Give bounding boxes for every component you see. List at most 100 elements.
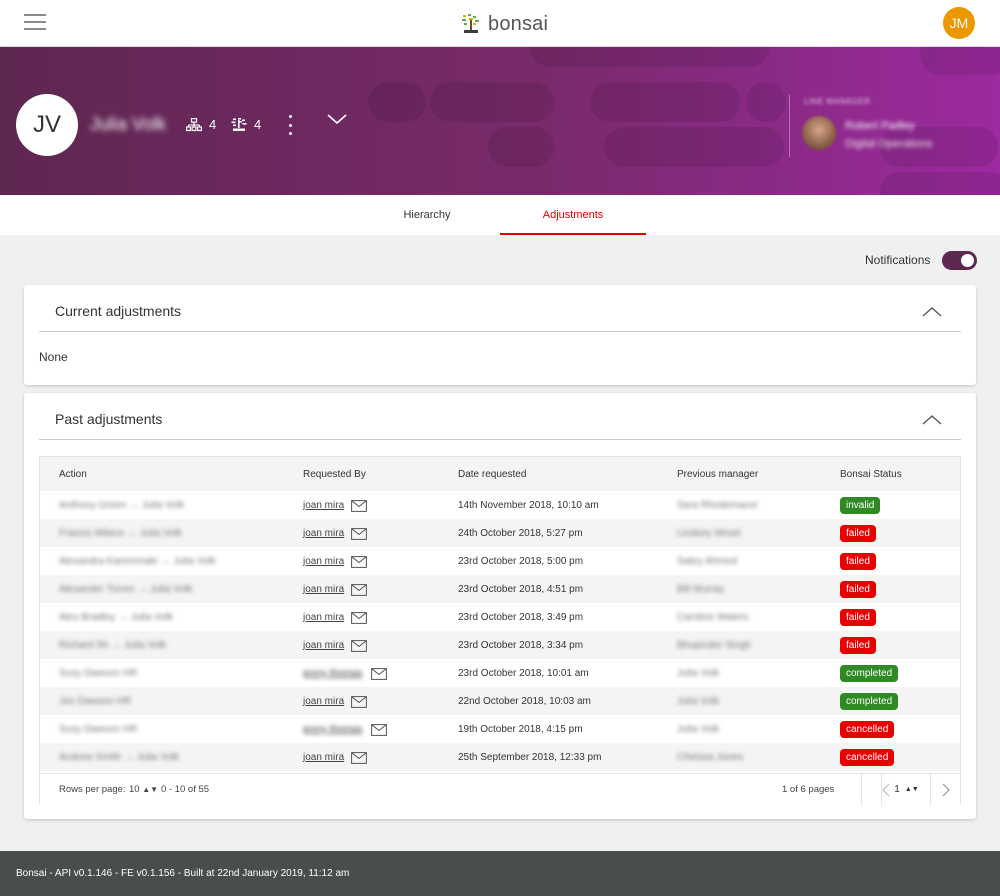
date-requested-cell: 23rd October 2018, 5:00 pm	[458, 556, 584, 567]
page-select[interactable]: 1 ▲▼	[881, 774, 931, 805]
direct-reports-stat[interactable]: 4	[186, 117, 216, 132]
manager-label: LINE MANAGER	[804, 97, 871, 106]
requested-by-cell[interactable]: jenny thomas	[303, 724, 362, 735]
requester-link[interactable]: joan mira	[303, 612, 344, 623]
requested-by-cell[interactable]: joan mira	[303, 584, 344, 595]
table-row: Andrew Smith → Julia Volk joan mira 25th S…	[40, 743, 960, 771]
notifications-toggle[interactable]	[942, 251, 977, 270]
current-adjustments-card: Current adjustments None	[24, 285, 976, 385]
requester-link[interactable]: joan mira	[303, 640, 344, 651]
status-badge: completed	[840, 665, 899, 682]
mail-icon[interactable]	[351, 499, 367, 517]
app-logo[interactable]: bonsai	[460, 12, 548, 36]
banner-decoration	[920, 47, 1000, 75]
table-row: Anthony Green → Julia Volk joan mira 14th …	[40, 491, 960, 519]
previous-manager-cell: Caroline Waters	[677, 612, 749, 623]
requester-link[interactable]: jenny thomas	[303, 724, 362, 735]
table-row: Suzy Dawson HR jenny thomas 19th October 2…	[40, 715, 960, 743]
requested-by-cell[interactable]: joan mira	[303, 528, 344, 539]
previous-manager-cell: Julia Volk	[677, 696, 720, 707]
requested-by-cell[interactable]: joan mira	[303, 752, 344, 763]
mail-icon[interactable]	[351, 695, 367, 713]
user-avatar[interactable]: JM	[943, 7, 975, 39]
action-cell: Francis Milano → Julia Volk	[59, 528, 182, 539]
past-adjustments-title: Past adjustments	[55, 411, 163, 427]
column-header-date-requested[interactable]: Date requested	[458, 469, 526, 480]
mail-icon[interactable]	[351, 583, 367, 601]
requested-by-cell[interactable]: joan mira	[303, 556, 344, 567]
requester-link[interactable]: joan mira	[303, 752, 344, 763]
bonsai-tree-icon	[462, 14, 479, 33]
hierarchy-stat[interactable]: 4	[231, 117, 261, 132]
past-adjustments-card: Past adjustments Action Requested By Dat…	[24, 393, 976, 819]
action-cell: Alex Bradley → Julia Volk	[59, 612, 173, 623]
requester-link[interactable]: joan mira	[303, 500, 344, 511]
banner-divider	[789, 95, 790, 157]
action-cell: Suzy Dawson HR	[59, 724, 138, 735]
chevron-up-icon[interactable]	[921, 414, 943, 426]
banner-decoration	[368, 82, 426, 122]
next-page-button[interactable]	[930, 774, 960, 805]
requested-by-cell[interactable]: joan mira	[303, 500, 344, 511]
org-chart-icon	[186, 117, 202, 131]
chevron-down-icon[interactable]	[326, 113, 348, 125]
mail-icon[interactable]	[371, 723, 387, 741]
action-cell: Jon Dawson HR	[59, 696, 132, 707]
date-requested-cell: 14th November 2018, 10:10 am	[458, 500, 599, 511]
build-info: Bonsai - API v0.1.146 - FE v0.1.156 - Bu…	[16, 868, 350, 879]
requester-link[interactable]: joan mira	[303, 528, 344, 539]
action-cell: Anthony Green → Julia Volk	[59, 500, 185, 511]
requested-by-cell[interactable]: joan mira	[303, 696, 344, 707]
rows-per-page-select[interactable]: 10 ▲▼	[129, 784, 158, 795]
column-header-action[interactable]: Action	[59, 469, 87, 480]
requester-link[interactable]: jenny thomas	[303, 668, 362, 679]
card-divider	[39, 331, 961, 332]
top-bar: bonsai JM	[0, 0, 1000, 47]
requester-link[interactable]: joan mira	[303, 584, 344, 595]
more-options-icon[interactable]	[286, 115, 294, 135]
column-header-bonsai-status[interactable]: Bonsai Status	[840, 469, 902, 480]
column-header-previous-manager[interactable]: Previous manager	[677, 469, 758, 480]
profile-name: Julia Volk	[90, 114, 167, 134]
chevron-up-icon[interactable]	[921, 306, 943, 318]
mail-icon[interactable]	[371, 667, 387, 685]
table-row: Francis Milano → Julia Volk joan mira 24th…	[40, 519, 960, 547]
previous-manager-cell: Julia Volk	[677, 724, 720, 735]
direct-reports-count: 4	[209, 117, 217, 132]
mail-icon[interactable]	[351, 611, 367, 629]
previous-manager-cell: Lindsey Wood	[677, 528, 741, 539]
status-badge: failed	[840, 525, 876, 542]
tab-adjustments[interactable]: Adjustments	[500, 195, 646, 235]
date-requested-cell: 23rd October 2018, 3:34 pm	[458, 640, 584, 651]
tab-hierarchy[interactable]: Hierarchy	[354, 195, 500, 235]
date-requested-cell: 23rd October 2018, 4:51 pm	[458, 584, 584, 595]
status-badge: invalid	[840, 497, 881, 514]
mail-icon[interactable]	[351, 527, 367, 545]
profile-banner: JV Julia Volk 4 4 LINE MANAGER Robert Pa…	[0, 47, 1000, 195]
mail-icon[interactable]	[351, 639, 367, 657]
date-requested-cell: 23rd October 2018, 10:01 am	[458, 668, 589, 679]
mail-icon[interactable]	[351, 751, 367, 769]
requested-by-cell[interactable]: joan mira	[303, 612, 344, 623]
manager-photo	[802, 116, 836, 150]
chevron-right-icon	[942, 783, 950, 796]
date-requested-cell: 25th September 2018, 12:33 pm	[458, 752, 602, 763]
requested-by-cell[interactable]: joan mira	[303, 640, 344, 651]
column-header-requested-by[interactable]: Requested By	[303, 469, 366, 480]
table-row: Suzy Dawson HR jenny thomas 23rd October 2…	[40, 659, 960, 687]
requester-link[interactable]: joan mira	[303, 696, 344, 707]
current-page: 1	[894, 784, 900, 795]
requested-by-cell[interactable]: jenny thomas	[303, 668, 362, 679]
table-row: Richard Sh → Julia Volk joan mira 23rd Oct…	[40, 631, 960, 659]
page-summary: 1 of 6 pages	[782, 784, 835, 795]
menu-icon[interactable]	[24, 14, 46, 30]
banner-decoration	[590, 82, 740, 122]
status-badge: failed	[840, 581, 876, 598]
requester-link[interactable]: joan mira	[303, 556, 344, 567]
rows-per-page-value: 10	[129, 784, 140, 795]
date-requested-cell: 23rd October 2018, 3:49 pm	[458, 612, 584, 623]
mail-icon[interactable]	[351, 555, 367, 573]
current-adjustments-title: Current adjustments	[55, 303, 182, 319]
status-badge: failed	[840, 637, 876, 654]
banner-decoration	[604, 127, 784, 167]
